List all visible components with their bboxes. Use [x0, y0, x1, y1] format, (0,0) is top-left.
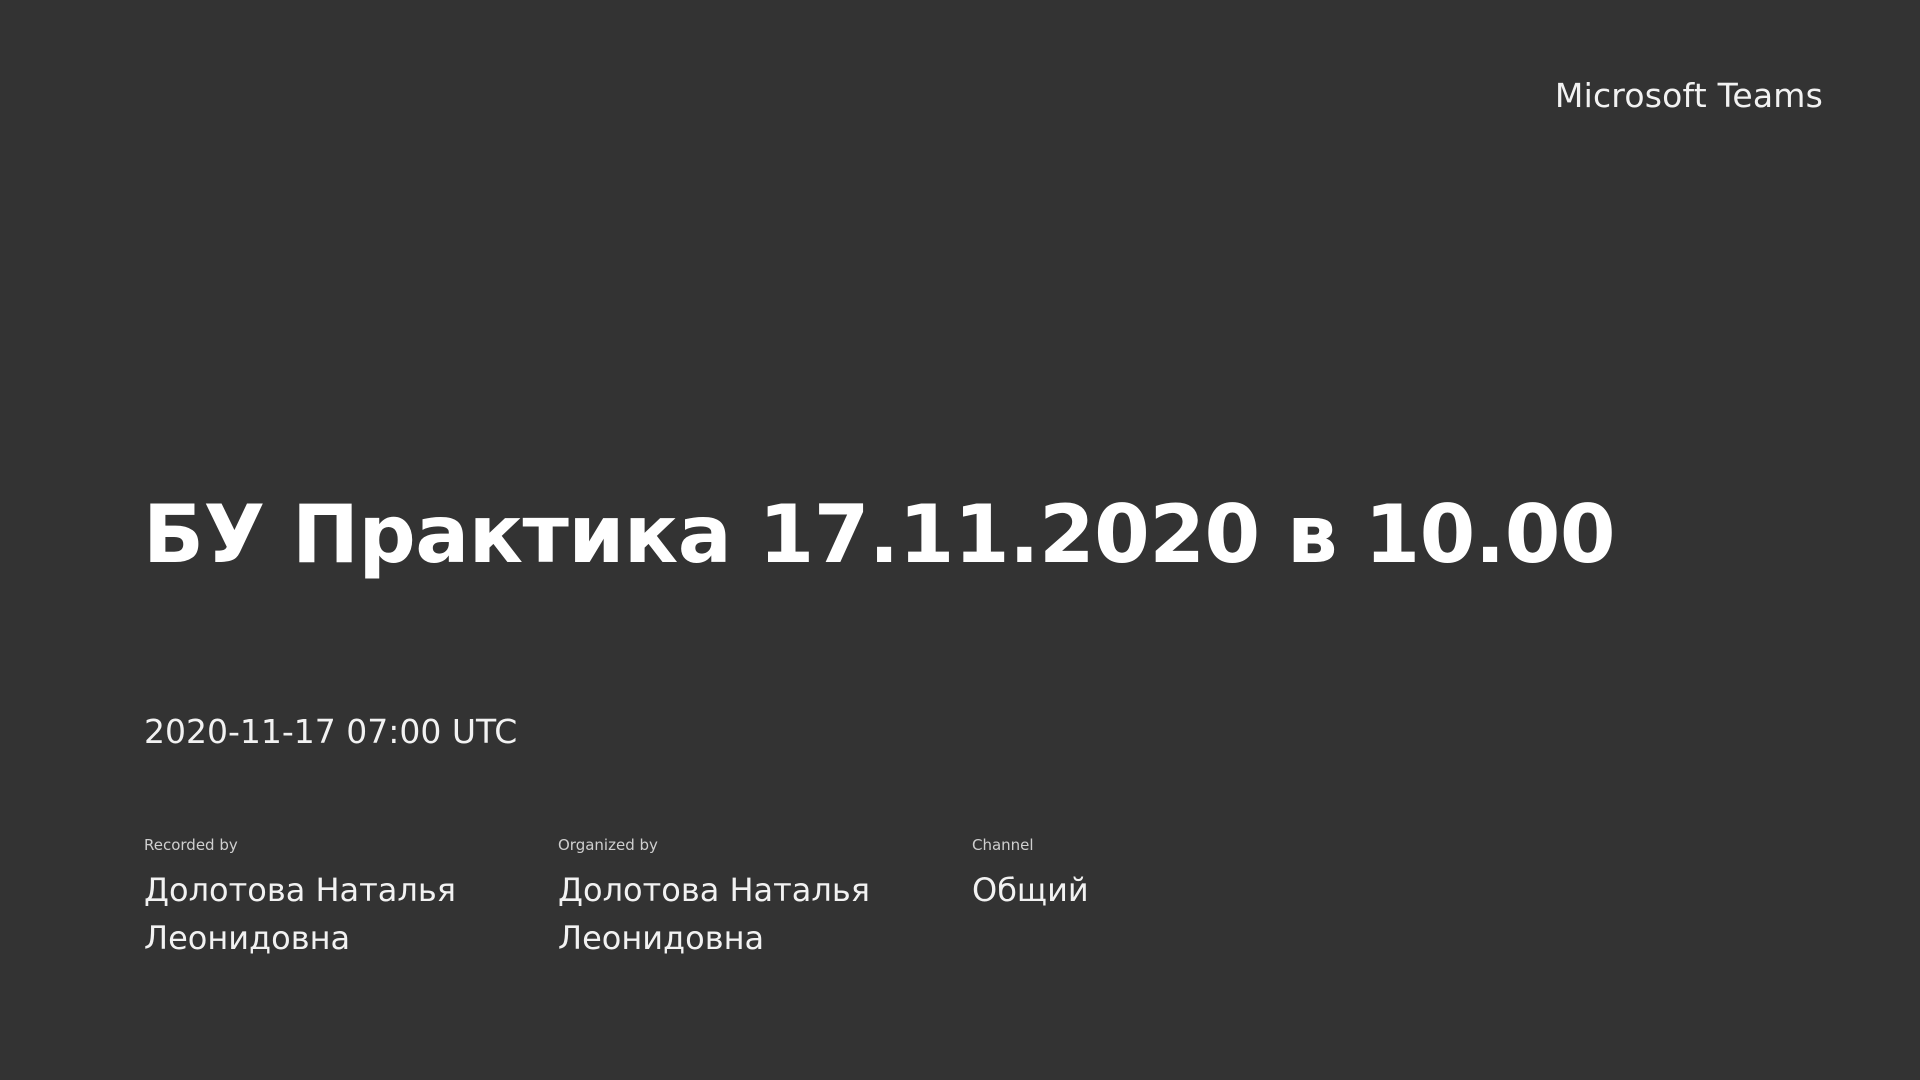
channel-label: Channel: [972, 836, 1034, 854]
organized-by-block: Organized by Долотова Наталья Леонидовна: [558, 836, 958, 962]
meeting-title: БУ Практика 17.11.2020 в 10.00: [143, 488, 1616, 581]
teams-brand-label: Microsoft Teams: [1554, 76, 1823, 115]
recorded-by-value: Долотова Наталья Леонидовна: [144, 871, 456, 957]
organized-by-value: Долотова Наталья Леонидовна: [558, 871, 870, 957]
meeting-datetime: 2020-11-17 07:00 UTC: [144, 712, 518, 751]
channel-block: Channel Общий: [972, 836, 1372, 914]
organized-by-label: Organized by: [558, 836, 658, 854]
recorded-by-block: Recorded by Долотова Наталья Леонидовна: [144, 836, 544, 962]
recorded-by-label: Recorded by: [144, 836, 238, 854]
channel-value: Общий: [972, 871, 1089, 909]
